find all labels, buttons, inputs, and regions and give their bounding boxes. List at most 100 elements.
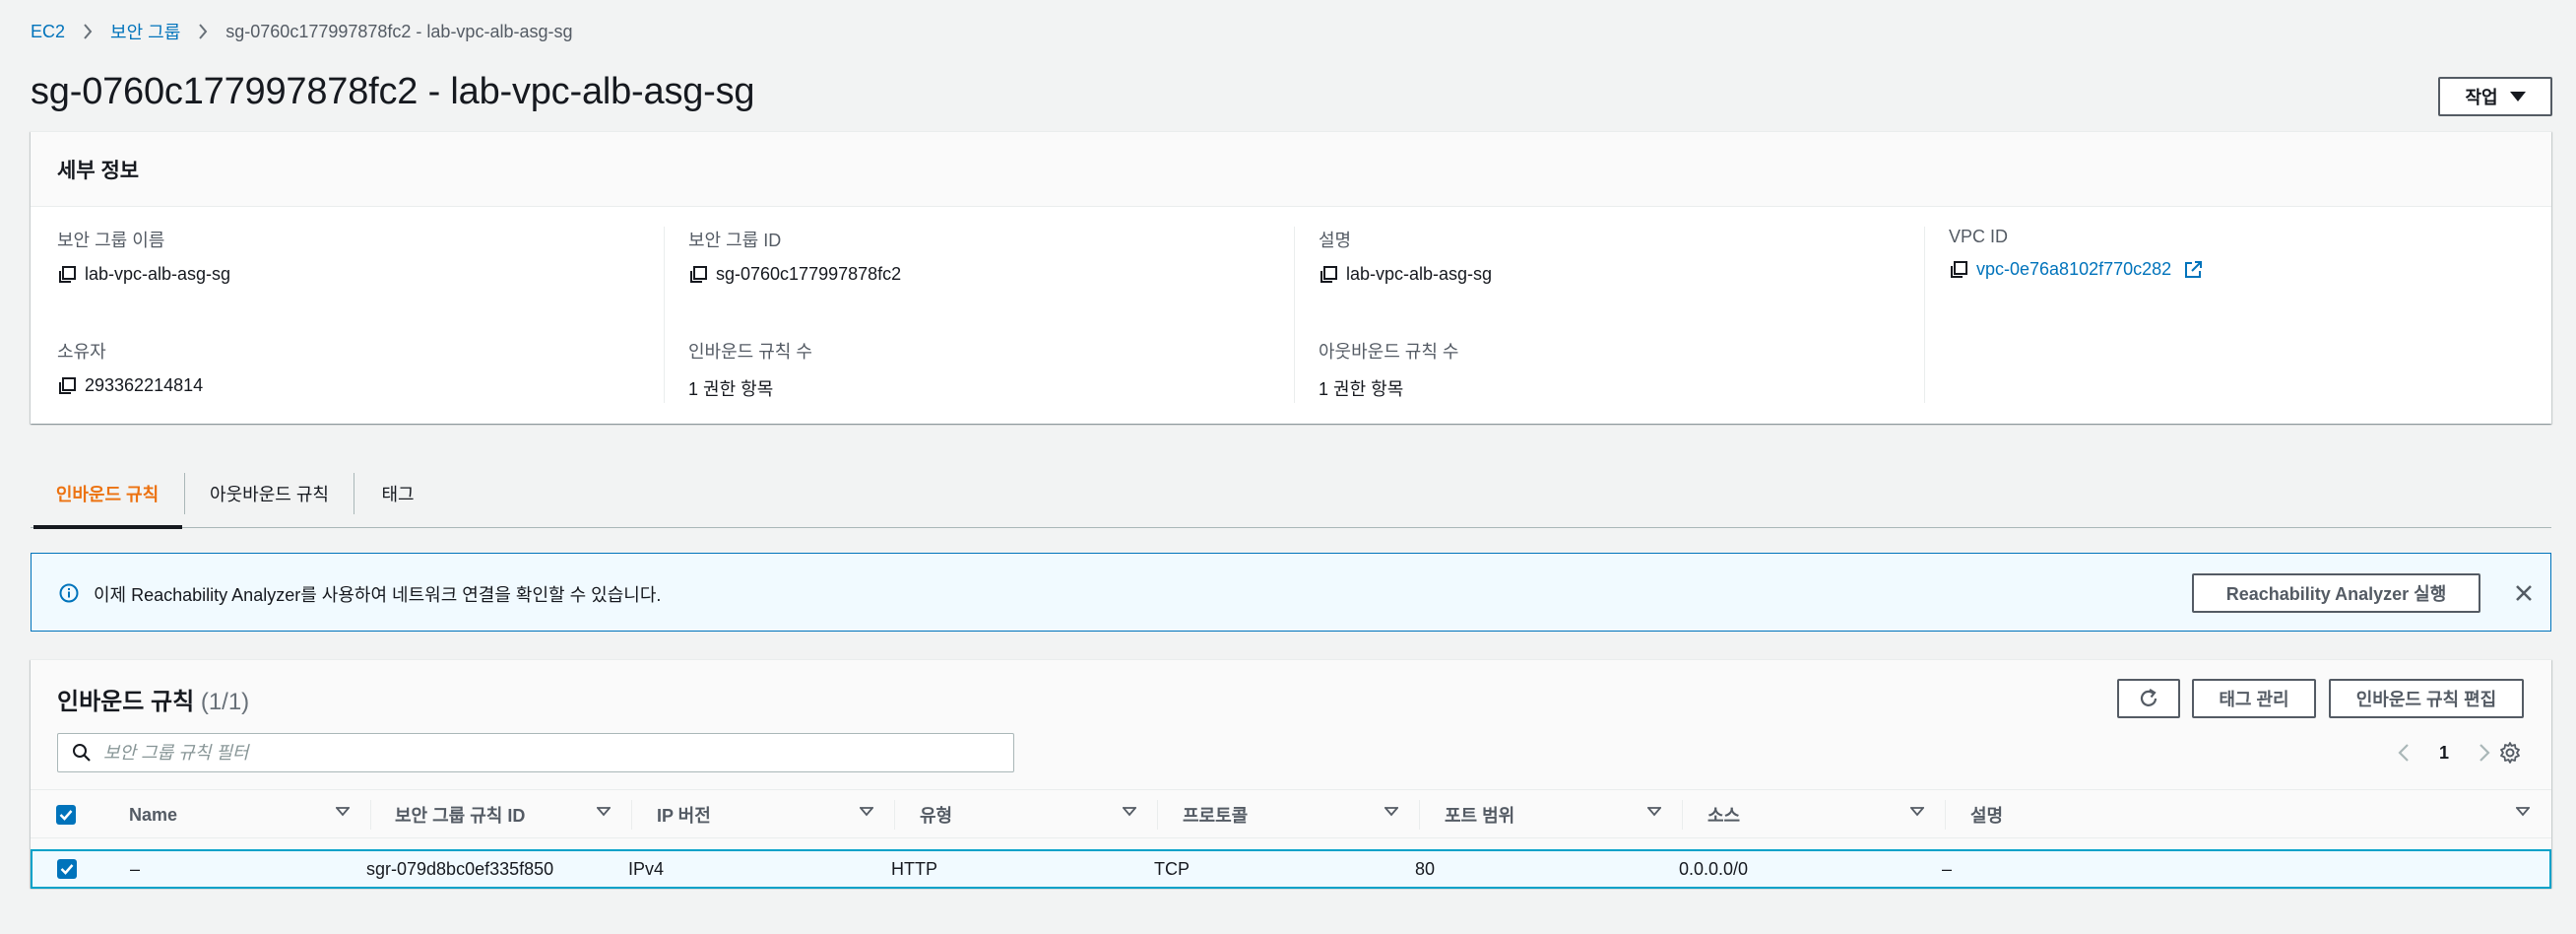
sg-id-label: 보안 그룹 ID — [688, 231, 782, 250]
close-icon[interactable] — [2510, 579, 2538, 607]
copy-icon[interactable] — [57, 376, 77, 396]
owner-field: 소유자 293362214814 — [57, 338, 203, 396]
column-header-name[interactable]: Name — [129, 790, 371, 839]
sg-name-field: 보안 그룹 이름 lab-vpc-alb-asg-sg — [57, 227, 230, 285]
search-icon — [73, 744, 91, 762]
details-grid: 보안 그룹 이름 lab-vpc-alb-asg-sg 소유자 29336221… — [31, 207, 2551, 425]
inbound-rules-panel: 인바운드 규칙 (1/1) 태그 관리 인바운드 규칙 편집 1 Name — [31, 659, 2551, 889]
column-header-label: Name — [129, 804, 178, 825]
vpc-id-label: VPC ID — [1949, 227, 2009, 246]
owner-value: 293362214814 — [85, 375, 204, 395]
details-column-2: 보안 그룹 ID sg-0760c177997878fc2 인바운드 규칙 수 … — [664, 207, 1279, 425]
edit-inbound-rules-button[interactable]: 인바운드 규칙 편집 — [2329, 679, 2524, 718]
current-page[interactable]: 1 — [2425, 743, 2463, 764]
breadcrumb-ec2-link[interactable]: EC2 — [31, 22, 65, 42]
inbound-count-field: 인바운드 규칙 수 1 권한 항목 — [688, 338, 812, 401]
description-value: lab-vpc-alb-asg-sg — [1346, 264, 1493, 284]
info-icon — [59, 583, 79, 603]
actions-button[interactable]: 작업 — [2438, 77, 2552, 116]
rule-filter-input[interactable] — [103, 742, 970, 764]
column-header-ip-version[interactable]: IP 버전 — [632, 790, 895, 839]
details-column-3: 설명 lab-vpc-alb-asg-sg 아웃바운드 규칙 수 1 권한 항목 — [1294, 207, 1909, 425]
table-row[interactable]: – sgr-079d8bc0ef335f850 IPv4 HTTP TCP 80… — [31, 849, 2551, 889]
tab-inbound-rules[interactable]: 인바운드 규칙 — [31, 459, 184, 529]
run-reachability-analyzer-button[interactable]: Reachability Analyzer 실행 — [2192, 573, 2480, 613]
sort-caret-icon — [1910, 807, 1924, 817]
owner-value-row: 293362214814 — [57, 375, 203, 396]
copy-icon[interactable] — [1949, 260, 1968, 280]
refresh-icon — [2140, 689, 2157, 706]
column-header-label: 포트 범위 — [1445, 806, 1515, 826]
chevron-right-icon — [65, 20, 110, 43]
owner-label: 소유자 — [57, 342, 106, 362]
column-header-label: 소스 — [1707, 806, 1741, 826]
outbound-count-value: 1 권한 항목 — [1319, 379, 1404, 399]
details-column-1: 보안 그룹 이름 lab-vpc-alb-asg-sg 소유자 29336221… — [57, 207, 648, 425]
sg-id-field: 보안 그룹 ID sg-0760c177997878fc2 — [688, 227, 901, 285]
row-select-cell — [57, 851, 77, 887]
cell-type: HTTP — [891, 858, 937, 879]
outbound-count-label: 아웃바운드 규칙 수 — [1319, 342, 1459, 362]
select-all-checkbox[interactable] — [56, 805, 76, 825]
chevron-right-icon — [180, 20, 225, 43]
column-header-protocol[interactable]: 프로토콜 — [1158, 790, 1420, 839]
column-header-type[interactable]: 유형 — [895, 790, 1158, 839]
column-header-source[interactable]: 소스 — [1683, 790, 1946, 839]
details-column-4: VPC ID vpc-0e76a8102f770c282 — [1924, 207, 2520, 425]
rules-count: (1/1) — [200, 689, 250, 715]
inbound-count-value: 1 권한 항목 — [688, 379, 774, 399]
column-header-rule-id[interactable]: 보안 그룹 규칙 ID — [371, 790, 632, 839]
gear-icon[interactable] — [2494, 737, 2526, 768]
rule-filter[interactable] — [57, 733, 1014, 772]
page-title: sg-0760c177997878fc2 - lab-vpc-alb-asg-s… — [31, 71, 755, 112]
column-header-label: 보안 그룹 규칙 ID — [395, 806, 526, 826]
row-checkbox[interactable] — [57, 859, 77, 879]
reachability-info-alert: 이제 Reachability Analyzer를 사용하여 네트워크 연결을 … — [31, 553, 2551, 632]
breadcrumb: EC2 보안 그룹 sg-0760c177997878fc2 - lab-vpc… — [31, 20, 572, 43]
description-value-row: lab-vpc-alb-asg-sg — [1319, 264, 1492, 285]
rules-title-text: 인바운드 규칙 — [57, 689, 195, 715]
details-panel: 세부 정보 보안 그룹 이름 lab-vpc-alb-asg-sg 소유자 29… — [31, 131, 2551, 424]
sort-caret-icon — [860, 807, 873, 817]
caret-down-icon — [2509, 92, 2526, 101]
actions-button-label: 작업 — [2465, 88, 2498, 107]
rules-panel-title: 인바운드 규칙 (1/1) — [57, 682, 249, 716]
tab-bar: 인바운드 규칙 아웃바운드 규칙 태그 — [31, 459, 2551, 529]
select-all-cell — [56, 790, 107, 839]
cell-source: 0.0.0.0/0 — [1679, 858, 1749, 879]
copy-icon[interactable] — [57, 265, 77, 285]
cell-ip-version: IPv4 — [628, 858, 665, 879]
copy-icon[interactable] — [1319, 265, 1338, 285]
cell-description: – — [1942, 858, 1953, 879]
details-panel-header: 세부 정보 — [31, 132, 2551, 207]
vpc-id-link[interactable]: vpc-0e76a8102f770c282 — [1976, 259, 2171, 280]
description-label: 설명 — [1319, 231, 1352, 250]
description-field: 설명 lab-vpc-alb-asg-sg — [1319, 227, 1492, 285]
table-header: Name 보안 그룹 규칙 ID IP 버전 유형 프로토콜 포트 범위 소스 — [31, 789, 2551, 838]
vpc-id-field: VPC ID vpc-0e76a8102f770c282 — [1949, 227, 2203, 280]
sort-caret-icon — [1123, 807, 1136, 817]
copy-icon[interactable] — [688, 265, 708, 285]
tab-outbound-rules[interactable]: 아웃바운드 규칙 — [185, 459, 354, 528]
details-panel-title: 세부 정보 — [57, 159, 140, 182]
sg-id-value: sg-0760c177997878fc2 — [716, 264, 902, 284]
breadcrumb-security-groups-link[interactable]: 보안 그룹 — [110, 19, 180, 44]
external-link-icon[interactable] — [2183, 260, 2203, 280]
tab-tags[interactable]: 태그 — [354, 459, 441, 528]
cell-port-range: 80 — [1415, 858, 1436, 879]
pagination: 1 — [2382, 735, 2506, 770]
alert-message: 이제 Reachability Analyzer를 사용하여 네트워크 연결을 … — [94, 585, 662, 605]
sort-caret-icon — [1647, 807, 1661, 817]
column-header-port-range[interactable]: 포트 범위 — [1420, 790, 1683, 839]
manage-tags-button[interactable]: 태그 관리 — [2192, 679, 2316, 718]
cell-protocol: TCP — [1154, 858, 1190, 879]
sg-name-value-row: lab-vpc-alb-asg-sg — [57, 264, 230, 285]
cell-rule-id: sgr-079d8bc0ef335f850 — [366, 858, 554, 879]
column-header-label: 프로토콜 — [1183, 806, 1249, 826]
sort-caret-icon — [336, 807, 350, 817]
column-header-description[interactable]: 설명 — [1946, 790, 2551, 839]
refresh-button[interactable] — [2117, 679, 2180, 718]
previous-page-icon[interactable] — [2382, 735, 2425, 770]
cell-name: – — [130, 858, 141, 879]
column-header-label: 유형 — [920, 806, 953, 826]
